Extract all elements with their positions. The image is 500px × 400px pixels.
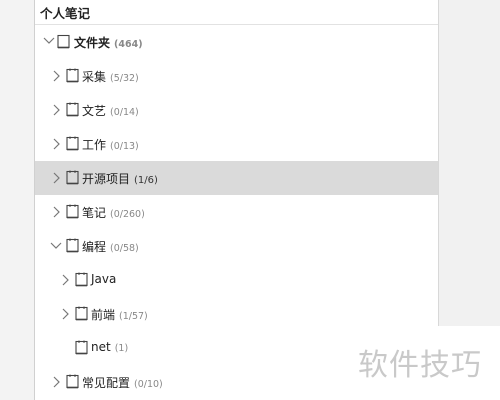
tree-item-name: 采集	[82, 70, 107, 84]
tree-item-count: (0/10)	[134, 379, 163, 390]
tree-item-name: 笔记	[82, 206, 107, 220]
tree-item-label: 前端 (1/57)	[91, 306, 148, 323]
tree-item-name: 前端	[91, 308, 116, 322]
tree-item-java[interactable]: Java	[35, 263, 438, 297]
notebook-icon	[66, 374, 79, 389]
chevron-down-icon[interactable]	[50, 241, 62, 253]
notebook-icon	[66, 102, 79, 117]
tree-root-count: (464)	[114, 39, 143, 50]
tree-item-biancheng[interactable]: 编程 (0/58)	[35, 229, 438, 263]
tree-item-label: 采集 (5/32)	[82, 68, 139, 85]
tree-item-gongzuo[interactable]: 工作 (0/13)	[35, 127, 438, 161]
notebook-icon	[75, 272, 88, 287]
tree-item-kaiyuan-selected[interactable]: 开源项目 (1/6)	[35, 161, 438, 195]
chevron-down-icon[interactable]	[43, 36, 55, 48]
chevron-right-icon[interactable]	[52, 206, 62, 218]
tree-item-label: 开源项目 (1/6)	[82, 170, 158, 187]
tree-item-count: (0/13)	[110, 141, 139, 152]
tree-item-count: (5/32)	[110, 73, 139, 84]
notebook-icon	[75, 340, 88, 355]
tree-item-count: (1/6)	[134, 175, 158, 186]
tree-item-label: 编程 (0/58)	[82, 238, 139, 255]
tree-item-label: Java	[91, 272, 116, 286]
notebook-icon	[66, 68, 79, 83]
chevron-right-icon[interactable]	[61, 308, 71, 320]
chevron-right-icon[interactable]	[52, 138, 62, 150]
notebook-icon	[66, 170, 79, 185]
tree-root-name: 文件夹	[74, 36, 111, 50]
watermark: 软件技巧	[350, 326, 500, 400]
tree-item-label: 常见配置 (0/10)	[82, 374, 163, 391]
tree-item-name: 工作	[82, 138, 107, 152]
tree-item-name: 文艺	[82, 104, 107, 118]
tree-item-count: (0/58)	[110, 243, 139, 254]
chevron-right-icon[interactable]	[52, 172, 62, 184]
tree-item-name: 编程	[82, 240, 107, 254]
notebook-icon	[66, 204, 79, 219]
chevron-right-icon[interactable]	[52, 104, 62, 116]
tree-item-count: (1/57)	[119, 311, 148, 322]
tree-item-label: net (1)	[91, 340, 128, 354]
tree-item-label: 笔记 (0/260)	[82, 204, 145, 221]
tree-item-label: 工作 (0/13)	[82, 136, 139, 153]
tree-item-name: 开源项目	[82, 172, 131, 186]
panel-title: 个人笔记	[40, 6, 91, 21]
tree-item-wenyi[interactable]: 文艺 (0/14)	[35, 93, 438, 127]
tree-root-folder[interactable]: 文件夹 (464)	[35, 25, 438, 59]
tree-item-biji[interactable]: 笔记 (0/260)	[35, 195, 438, 229]
chevron-right-icon[interactable]	[61, 274, 71, 286]
tree-item-count: (1)	[114, 343, 129, 354]
notebook-icon	[66, 136, 79, 151]
notebook-icon	[66, 238, 79, 253]
tree-item-count: (0/260)	[110, 209, 145, 220]
tree-item-name: net	[91, 340, 111, 354]
tree-item-label: 文艺 (0/14)	[82, 102, 139, 119]
notebook-icon	[75, 306, 88, 321]
chevron-right-icon[interactable]	[52, 70, 62, 82]
tree-item-name: Java	[91, 272, 117, 286]
tree-item-count: (0/14)	[110, 107, 139, 118]
tree-item-caiji[interactable]: 采集 (5/32)	[35, 59, 438, 93]
tree-item-name: 常见配置	[82, 376, 131, 390]
panel-header: 个人笔记	[35, 0, 438, 25]
tree-root-label: 文件夹 (464)	[74, 34, 143, 51]
left-gutter	[0, 0, 35, 400]
chevron-right-icon[interactable]	[52, 376, 62, 388]
watermark-text: 软件技巧	[358, 348, 482, 383]
notebook-icon	[57, 34, 70, 49]
